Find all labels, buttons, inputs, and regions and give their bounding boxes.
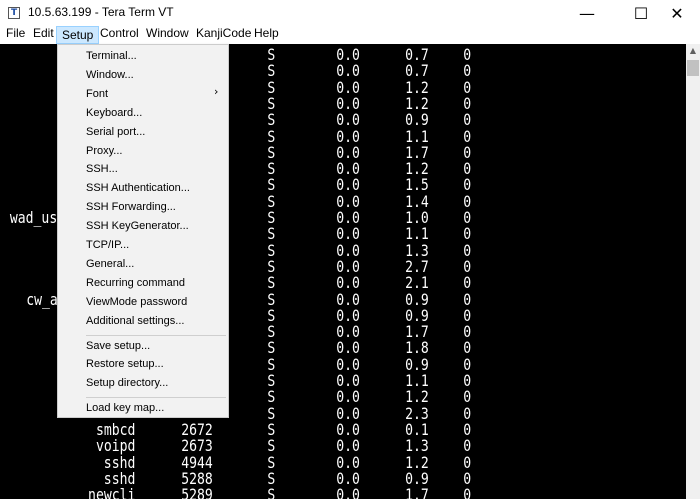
menu-item-save-setup[interactable]: Save setup... [86, 340, 150, 352]
menu-item-recurring-command[interactable]: Recurring command [86, 277, 185, 289]
menu-item-ssh-forwarding[interactable]: SSH Forwarding... [86, 201, 176, 213]
menu-edit[interactable]: Edit [28, 26, 59, 44]
menu-item-viewmode-password[interactable]: ViewMode password [86, 296, 187, 308]
terminal-row: newcli 5289 S 0.0 1.7 0 [0, 485, 681, 499]
menu-separator [86, 334, 226, 336]
menu-item-keyboard[interactable]: Keyboard... [86, 107, 142, 119]
menu-help[interactable]: Help [249, 26, 284, 44]
menu-bar: File Edit Setup Control Window KanjiCode… [0, 26, 700, 44]
menu-item-font[interactable]: Font [86, 88, 108, 100]
menu-kanjicode[interactable]: KanjiCode [191, 26, 256, 44]
terminal-row: sshd 4944 S 0.0 1.2 0 [0, 453, 681, 472]
menu-item-ssh-keygenerator[interactable]: SSH KeyGenerator... [86, 220, 189, 232]
terminal-cell-value: 0 [463, 485, 472, 499]
minimize-button[interactable]: — [564, 0, 610, 26]
menu-file[interactable]: File [1, 26, 30, 44]
menu-item-load-key-map[interactable]: Load key map... [86, 402, 164, 414]
menu-item-additional-settings[interactable]: Additional settings... [86, 315, 184, 327]
scroll-up-arrow-icon[interactable]: ▲ [686, 44, 700, 58]
scrollbar-thumb[interactable] [687, 60, 699, 76]
setup-dropdown-menu: › Terminal... Window... Font Keyboard... Ser… [57, 44, 229, 418]
window-title: 10.5.63.199 - Tera Term VT [28, 5, 174, 19]
menu-item-ssh[interactable]: SSH... [86, 163, 118, 175]
menu-item-setup-directory[interactable]: Setup directory... [86, 377, 168, 389]
vertical-scrollbar[interactable]: ▲ [686, 44, 700, 499]
terminal-row: sshd 5288 S 0.0 0.9 0 [0, 469, 681, 488]
terminal-cell-state: S [267, 485, 276, 499]
terminal-cell-pid: 5289 [181, 485, 213, 499]
terminal-row: voipd 2673 S 0.0 1.3 0 [0, 436, 681, 455]
menu-item-restore-setup[interactable]: Restore setup... [86, 358, 164, 370]
menu-item-terminal[interactable]: Terminal... [86, 50, 137, 62]
menu-item-general[interactable]: General... [86, 258, 134, 270]
terminal-cell-cpu: 0.0 [336, 485, 360, 499]
menu-item-tcp-ip[interactable]: TCP/IP... [86, 239, 129, 251]
terminal-row: smbcd 2672 S 0.0 0.1 0 [0, 420, 681, 439]
close-button[interactable]: ✕ [654, 0, 700, 26]
menu-item-serial-port[interactable]: Serial port... [86, 126, 145, 138]
submenu-arrow-icon: › [214, 85, 219, 98]
menu-item-window[interactable]: Window... [86, 69, 134, 81]
menu-item-proxy[interactable]: Proxy... [86, 145, 122, 157]
menu-separator [86, 397, 226, 399]
menu-window[interactable]: Window [141, 26, 194, 44]
title-bar: T 10.5.63.199 - Tera Term VT — ☐ ✕ [0, 0, 700, 26]
menu-setup[interactable]: Setup [56, 26, 100, 44]
terminal-cell-process-name: newcli [88, 485, 136, 499]
terminal-cell-mem: 1.7 [405, 485, 429, 499]
menu-item-ssh-authentication[interactable]: SSH Authentication... [86, 182, 190, 194]
tera-term-icon[interactable]: T [8, 7, 20, 19]
menu-control[interactable]: Control [95, 26, 144, 44]
